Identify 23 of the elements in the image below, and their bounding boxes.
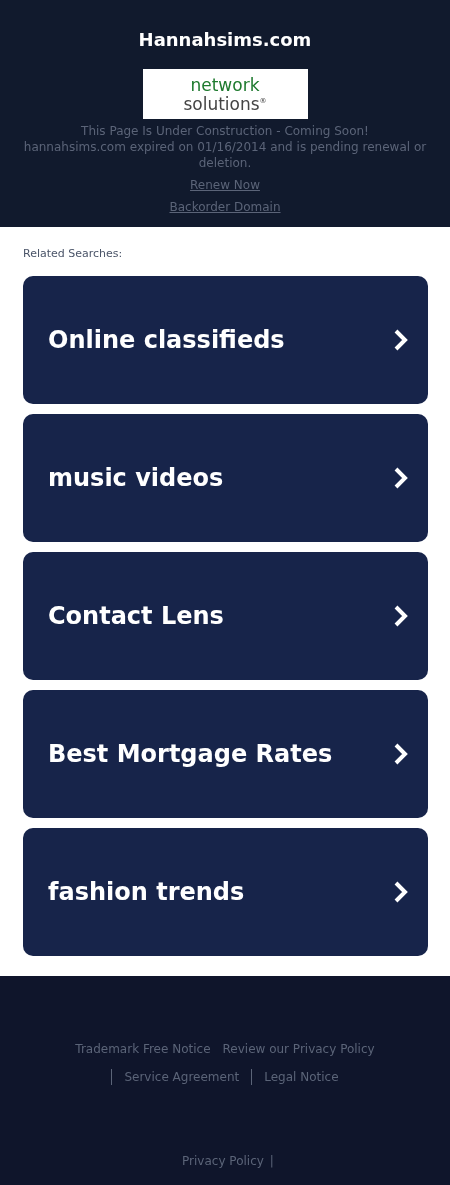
chevron-icon xyxy=(394,743,408,765)
site-title: Hannahsims.com xyxy=(138,28,312,52)
chevron-icon xyxy=(394,881,408,903)
chevron-icon xyxy=(394,467,408,489)
footer-link[interactable]: Review our Privacy Policy xyxy=(222,1041,375,1057)
search-card[interactable]: Contact Lens xyxy=(23,552,428,680)
search-card[interactable]: music videos xyxy=(23,414,428,542)
domain-link[interactable]: Backorder Domain xyxy=(169,199,281,215)
footer-link[interactable]: Service Agreement xyxy=(111,1069,240,1085)
search-card[interactable]: Best Mortgage Rates xyxy=(23,690,428,818)
privacy-link[interactable]: Privacy Policy xyxy=(182,1153,264,1169)
expiry-notice: hannahsims.com expired on 01/16/2014 and is pending renewal or deletion. xyxy=(22,139,428,171)
chevron-icon xyxy=(394,329,408,351)
footer-link[interactable]: Trademark Free Notice xyxy=(75,1041,211,1057)
domain-link[interactable]: Renew Now xyxy=(190,177,260,193)
network-solutions-logo: network solutions$^{®}$ xyxy=(142,69,308,119)
related-heading: Related Searches: xyxy=(23,247,124,260)
search-card[interactable]: Online classifieds xyxy=(23,276,428,404)
search-card[interactable]: fashion trends xyxy=(23,828,428,956)
footer-link[interactable]: Legal Notice xyxy=(251,1069,339,1085)
chevron-icon xyxy=(394,605,408,627)
construction-notice: This Page Is Under Construction - Coming Soon! xyxy=(80,123,370,139)
separator: | xyxy=(269,1154,274,1168)
